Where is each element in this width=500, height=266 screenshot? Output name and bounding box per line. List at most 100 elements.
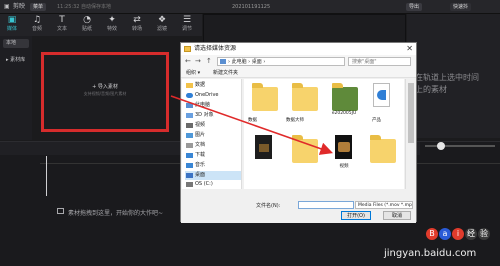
folder-icon <box>184 46 191 52</box>
playhead[interactable] <box>46 156 47 196</box>
zoom-slider-handle[interactable] <box>437 142 445 150</box>
tree-item-label: 文档 <box>195 142 206 148</box>
dialog-title: 请选择媒体资源 <box>194 45 237 52</box>
music-icon <box>186 163 193 168</box>
file-item[interactable]: e202005JU <box>330 81 358 116</box>
file-item[interactable] <box>368 133 396 167</box>
file-item[interactable] <box>290 81 318 115</box>
navigation-pane: 数据 OneDrive 此电脑 3D 对象 视频 图片 文档 下载 音乐 桌面 … <box>182 79 242 189</box>
computer-icon <box>220 59 226 64</box>
tab-label: 音频 <box>31 26 42 32</box>
cloud-icon <box>186 93 193 98</box>
media-sidebar: 本地 ▸ 素材库 <box>0 36 32 140</box>
tree-item-label: 图片 <box>195 132 206 138</box>
file-item[interactable] <box>290 133 318 167</box>
tree-item-documents[interactable]: 文档 <box>185 141 205 150</box>
scrollbar-thumb[interactable] <box>408 83 414 143</box>
back-icon[interactable]: ← <box>185 57 191 66</box>
vertical-scrollbar[interactable] <box>405 79 415 189</box>
computer-icon <box>186 103 193 108</box>
file-name: 视频 <box>339 164 349 169</box>
filter-icon: ❖ <box>157 15 167 25</box>
cancel-button[interactable]: 取消 <box>383 211 411 220</box>
drive-icon <box>186 182 193 187</box>
tool-tabs: ▣ 媒体 ♫ 音频 T 文本 ◔ 贴纸 ✦ 特效 ⇄ 转场 ❖ 滤镜 ☰ 调节 <box>0 14 202 36</box>
file-item[interactable] <box>368 81 396 115</box>
filename-label: 文件名(N): <box>256 203 281 209</box>
file-list: e202005JU 数据 数据大师 产品 视频 <box>244 79 404 189</box>
watermark-char: i <box>452 228 464 240</box>
tree-item-3d-objects[interactable]: 3D 对象 <box>185 111 214 120</box>
filename-field[interactable] <box>298 201 354 209</box>
transition-icon: ⇄ <box>133 15 141 25</box>
tab-label: 特效 <box>106 26 117 32</box>
tab-sticker[interactable]: ◔ 贴纸 <box>77 15 97 35</box>
tree-item-this-pc[interactable]: 此电脑 <box>185 101 210 110</box>
cube-icon <box>186 113 193 118</box>
tab-audio[interactable]: ♫ 音频 <box>27 15 47 35</box>
import-media-zone[interactable]: + 导入素材 支持视频/音频/图片素材 <box>41 52 169 132</box>
up-icon[interactable]: ↑ <box>206 57 212 66</box>
file-name: 数据大师 <box>286 118 304 123</box>
sticker-icon: ◔ <box>83 15 91 25</box>
sidebar-item-library[interactable]: ▸ 素材库 <box>3 56 29 65</box>
tree-item-music[interactable]: 音乐 <box>185 161 205 170</box>
new-folder-button[interactable]: 新建文件夹 <box>213 69 238 77</box>
desktop-icon <box>186 173 193 178</box>
folder-icon <box>292 135 318 163</box>
adjust-icon: ☰ <box>182 15 192 25</box>
file-item[interactable] <box>250 81 278 115</box>
watermark-char: a <box>439 228 451 240</box>
tab-label: 媒体 <box>6 26 17 32</box>
watermark-char: 验 <box>478 228 490 240</box>
export-button[interactable]: 导出 <box>406 3 423 11</box>
text-icon: T <box>59 15 65 25</box>
tab-text[interactable]: T 文本 <box>52 15 72 35</box>
organize-button[interactable]: 组织 ▾ <box>186 69 200 77</box>
media-icon: ▣ <box>7 15 17 25</box>
menu-button[interactable]: 菜单 <box>30 3 47 11</box>
tab-adjust[interactable]: ☰ 调节 <box>177 15 197 35</box>
tab-filter[interactable]: ❖ 滤镜 <box>152 15 172 35</box>
folder-icon <box>186 83 193 88</box>
file-item[interactable]: 视频 <box>330 133 358 169</box>
tree-item-onedrive[interactable]: OneDrive <box>185 91 219 100</box>
tree-item-desktop[interactable]: 桌面 <box>185 171 241 180</box>
tree-item-videos[interactable]: 视频 <box>185 121 205 130</box>
tree-item-label: 此电脑 <box>195 102 211 108</box>
tree-item-label: 桌面 <box>195 172 206 178</box>
app-title: 剪映 <box>13 3 26 10</box>
tree-item-label: OneDrive <box>195 92 219 98</box>
zoom-slider[interactable] <box>425 145 495 147</box>
file-type-select[interactable]: Media Files (*.mov *.mp4 *.mv <box>355 201 413 209</box>
open-button[interactable]: 打开(O) <box>341 211 371 220</box>
baidu-jingyan-watermark: B a i 经 验 jingyan.baidu.com <box>384 224 494 264</box>
quick-publish-button[interactable]: 快速抖 <box>450 3 472 11</box>
file-item[interactable] <box>250 133 278 167</box>
tab-transition[interactable]: ⇄ 转场 <box>127 15 147 35</box>
title-bar: ▣ 剪映 菜单 11:25:32 自动保存本地 202101191125 导出 … <box>0 0 500 14</box>
folder-icon <box>370 135 396 163</box>
search-input[interactable]: 搜索"桌面" <box>348 57 411 66</box>
folder-icon <box>292 83 318 111</box>
autosave-status: 11:25:32 自动保存本地 <box>57 4 112 10</box>
tab-media[interactable]: ▣ 媒体 <box>2 15 22 35</box>
file-name: 数据 <box>248 118 257 123</box>
sidebar-item-local[interactable]: 本地 <box>3 39 29 48</box>
tab-effects[interactable]: ✦ 特效 <box>102 15 122 35</box>
import-title: + 导入素材 <box>92 84 118 90</box>
watermark-char: 经 <box>465 228 477 240</box>
tree-item-data[interactable]: 数据 <box>185 81 205 90</box>
tree-item-pictures[interactable]: 图片 <box>185 131 205 140</box>
tree-item-drive-c[interactable]: OS (C:) <box>185 180 213 189</box>
document-icon <box>373 83 390 107</box>
address-bar[interactable]: › 此电脑 › 桌面 › <box>217 57 345 66</box>
forward-icon[interactable]: → <box>195 57 201 66</box>
tree-item-downloads[interactable]: 下载 <box>185 151 205 160</box>
folder-icon <box>252 83 278 111</box>
app-logo-icon: ▣ <box>4 3 10 10</box>
close-icon[interactable]: ✕ <box>406 43 413 55</box>
tab-label: 转场 <box>131 26 142 32</box>
tree-item-label: 音乐 <box>195 162 206 168</box>
tree-item-label: 下载 <box>195 152 206 158</box>
